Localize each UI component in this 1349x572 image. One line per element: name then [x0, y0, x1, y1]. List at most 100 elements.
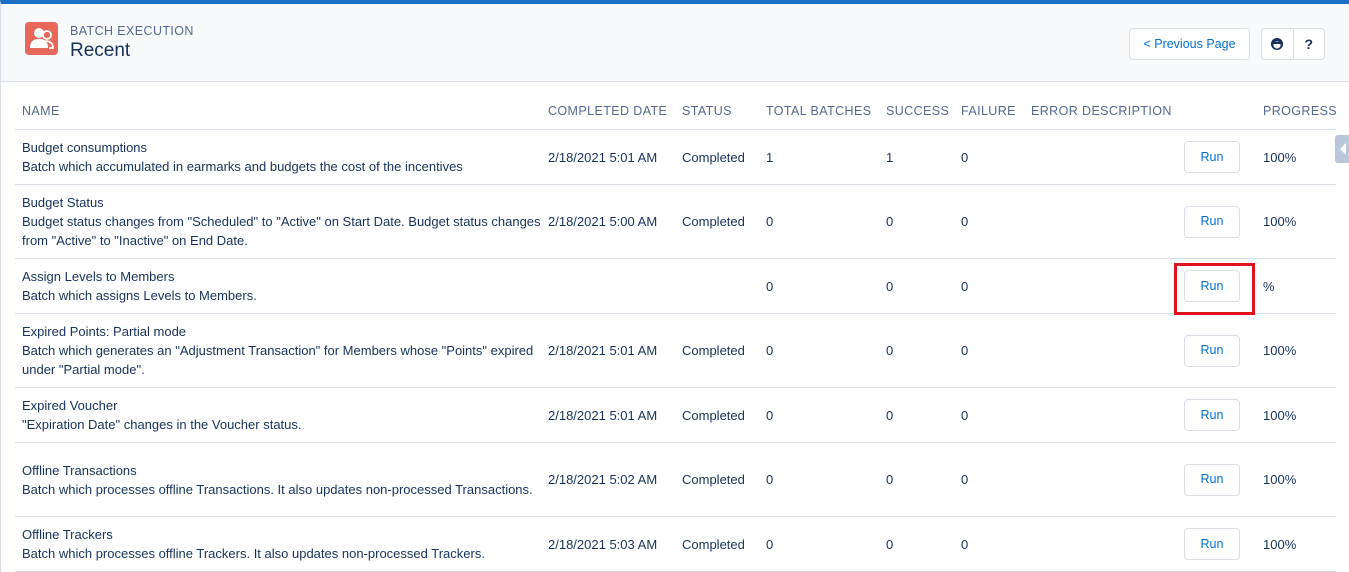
batch-description: Budget status changes from "Scheduled" t… — [22, 214, 541, 248]
total-batches: 0 — [759, 184, 879, 259]
batch-title: Expired Points: Partial mode — [22, 324, 187, 339]
run-button[interactable]: Run — [1184, 334, 1240, 367]
status: Completed — [675, 516, 759, 572]
batch-table: NAME COMPLETED DATE STATUS TOTAL BATCHES… — [15, 92, 1337, 572]
run-button[interactable]: Run — [1184, 528, 1240, 560]
status: Completed — [675, 129, 759, 185]
column-header-name[interactable]: NAME — [15, 92, 541, 130]
progress: 100% — [1256, 387, 1336, 443]
table-row: Offline Trackers Batch which processes o… — [15, 516, 1336, 572]
page-header: BATCH EXECUTION Recent < Previous Page ? — [1, 4, 1349, 82]
run-button[interactable]: Run — [1184, 463, 1240, 496]
success-count: 0 — [879, 442, 954, 517]
batch-description: Batch which accumulated in earmarks and … — [22, 159, 463, 174]
error-description — [1024, 184, 1169, 259]
progress: 100% — [1256, 313, 1336, 388]
completed-date: 2/18/2021 5:01 AM — [541, 313, 675, 388]
total-batches: 0 — [759, 258, 879, 314]
batch-name-cell: Budget Status Budget status changes from… — [15, 184, 541, 259]
side-panel-toggle[interactable] — [1335, 135, 1349, 163]
chevron-left-icon — [1340, 143, 1346, 155]
table-header-row: NAME COMPLETED DATE STATUS TOTAL BATCHES… — [15, 92, 1337, 130]
batch-execution-window: BATCH EXECUTION Recent < Previous Page ? — [0, 0, 1349, 572]
column-header-failure[interactable]: FAILURE — [954, 92, 1024, 130]
failure-count: 0 — [954, 516, 1024, 572]
batch-title: Expired Voucher — [22, 398, 118, 413]
batch-description: Batch which processes offline Transactio… — [22, 481, 533, 497]
progress: % — [1256, 258, 1336, 314]
error-description — [1024, 442, 1169, 517]
agent-button[interactable] — [1262, 29, 1293, 59]
run-button[interactable]: Run — [1184, 270, 1240, 302]
progress: 100% — [1256, 129, 1336, 185]
status: Completed — [675, 184, 759, 259]
action-cell: Run — [1169, 516, 1256, 572]
run-button[interactable]: Run — [1184, 399, 1240, 431]
failure-count: 0 — [954, 258, 1024, 314]
batch-title: Budget consumptions — [22, 140, 148, 155]
error-description — [1024, 516, 1169, 572]
action-cell: Run — [1169, 387, 1256, 443]
batch-name-cell: Assign Levels to Members Batch which ass… — [15, 258, 541, 314]
run-button[interactable]: Run — [1184, 205, 1240, 238]
batch-description: Batch which processes offline Trackers. … — [22, 546, 485, 561]
status: Completed — [675, 442, 759, 517]
completed-date: 2/18/2021 5:01 AM — [541, 129, 675, 185]
column-header-status[interactable]: STATUS — [675, 92, 759, 130]
batch-name-cell: Expired Points: Partial mode Batch which… — [15, 313, 541, 388]
batch-title: Assign Levels to Members — [22, 269, 175, 284]
total-batches: 0 — [759, 516, 879, 572]
failure-count: 0 — [954, 442, 1024, 517]
failure-count: 0 — [954, 184, 1024, 259]
progress: 100% — [1256, 442, 1336, 517]
completed-date: 2/18/2021 5:00 AM — [541, 184, 675, 259]
total-batches: 0 — [759, 442, 879, 517]
batch-name-cell: Offline Trackers Batch which processes o… — [15, 516, 541, 572]
batch-name-cell: Expired Voucher "Expiration Date" change… — [15, 387, 541, 443]
table-row: Expired Voucher "Expiration Date" change… — [15, 387, 1336, 443]
completed-date: 2/18/2021 5:02 AM — [541, 442, 675, 517]
action-cell: Run — [1169, 258, 1256, 314]
error-description — [1024, 129, 1169, 185]
help-button[interactable]: ? — [1292, 29, 1325, 59]
column-header-action — [1169, 92, 1256, 130]
error-description — [1024, 258, 1169, 314]
batch-description: Batch which assigns Levels to Members. — [22, 288, 257, 303]
failure-count: 0 — [954, 313, 1024, 388]
action-cell: Run — [1169, 313, 1256, 388]
batch-title: Offline Trackers — [22, 527, 113, 542]
error-description — [1024, 387, 1169, 443]
progress: 100% — [1256, 184, 1336, 259]
run-button[interactable]: Run — [1184, 141, 1240, 173]
failure-count: 0 — [954, 129, 1024, 185]
total-batches: 0 — [759, 387, 879, 443]
batch-description: Batch which generates an "Adjustment Tra… — [22, 343, 534, 377]
total-batches: 1 — [759, 129, 879, 185]
completed-date: 2/18/2021 5:03 AM — [541, 516, 675, 572]
batch-name-cell: Budget consumptions Batch which accumula… — [15, 129, 541, 185]
batch-name-cell: Offline Transactions Batch which process… — [15, 442, 541, 517]
table-row: Offline Transactions Batch which process… — [15, 442, 1336, 517]
success-count: 1 — [879, 129, 954, 185]
column-header-progress[interactable]: PROGRESS — [1256, 92, 1337, 130]
completed-date: 2/18/2021 5:01 AM — [541, 387, 675, 443]
column-header-total-batches[interactable]: TOTAL BATCHES — [759, 92, 879, 130]
agent-icon — [1271, 38, 1284, 50]
batch-title: Budget Status — [22, 195, 104, 210]
batch-description: "Expiration Date" changes in the Voucher… — [22, 417, 302, 432]
failure-count: 0 — [954, 387, 1024, 443]
success-count: 0 — [879, 313, 954, 388]
table-row: Budget consumptions Batch which accumula… — [15, 129, 1336, 185]
table-row: Expired Points: Partial mode Batch which… — [15, 313, 1336, 388]
completed-date — [541, 258, 675, 314]
column-header-success[interactable]: SUCCESS — [879, 92, 954, 130]
page-title: Recent — [70, 40, 131, 61]
previous-page-button[interactable]: < Previous Page — [1129, 28, 1250, 60]
column-header-completed-date[interactable]: COMPLETED DATE — [541, 92, 675, 130]
status — [675, 258, 759, 314]
users-icon — [25, 22, 58, 55]
status: Completed — [675, 387, 759, 443]
column-header-error-description[interactable]: ERROR DESCRIPTION — [1024, 92, 1171, 130]
error-description — [1024, 313, 1169, 388]
status: Completed — [675, 313, 759, 388]
